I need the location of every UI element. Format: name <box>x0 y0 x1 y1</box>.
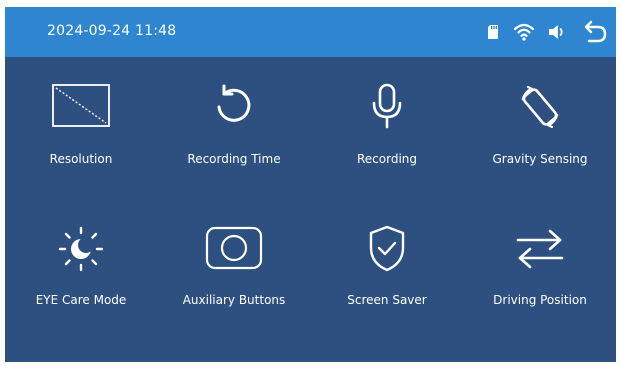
sd-card-icon <box>488 25 498 39</box>
screen-saver-label: Screen Saver <box>347 293 427 307</box>
resolution-label: Resolution <box>49 152 113 166</box>
microphone-icon <box>372 83 402 129</box>
rotate-ccw-icon <box>217 84 251 122</box>
gravity-sensing-label: Gravity Sensing <box>492 152 588 166</box>
screen: 2024-09-24 11:48 Resolution Recording Ti… <box>5 7 616 362</box>
eye-care-mode-button[interactable]: EYE Care Mode <box>5 224 157 344</box>
auxiliary-buttons-button[interactable]: Auxiliary Buttons <box>158 224 310 344</box>
speaker-icon[interactable] <box>547 20 567 44</box>
sun-moon-icon <box>58 226 104 272</box>
back-arrow-icon[interactable] <box>583 17 609 45</box>
screen-rotate-icon <box>521 85 559 129</box>
status-bar: 2024-09-24 11:48 <box>5 7 616 57</box>
swap-arrows-icon <box>516 229 564 269</box>
shield-check-icon <box>369 225 405 272</box>
eye-care-mode-label: EYE Care Mode <box>35 293 127 307</box>
circle-button-icon <box>205 226 263 270</box>
gravity-sensing-button[interactable]: Gravity Sensing <box>464 83 616 203</box>
recording-time-button[interactable]: Recording Time <box>158 83 310 203</box>
recording-button[interactable]: Recording <box>311 83 463 203</box>
driving-position-label: Driving Position <box>493 293 587 307</box>
driving-position-button[interactable]: Driving Position <box>464 224 616 344</box>
recording-label: Recording <box>356 152 418 166</box>
auxiliary-buttons-label: Auxiliary Buttons <box>182 293 286 307</box>
screen-saver-button[interactable]: Screen Saver <box>311 224 463 344</box>
recording-time-label: Recording Time <box>187 152 281 166</box>
wifi-icon <box>513 23 535 41</box>
datetime-text: 2024-09-24 11:48 <box>47 23 177 39</box>
resolution-icon <box>52 84 110 127</box>
resolution-button[interactable]: Resolution <box>5 83 157 203</box>
